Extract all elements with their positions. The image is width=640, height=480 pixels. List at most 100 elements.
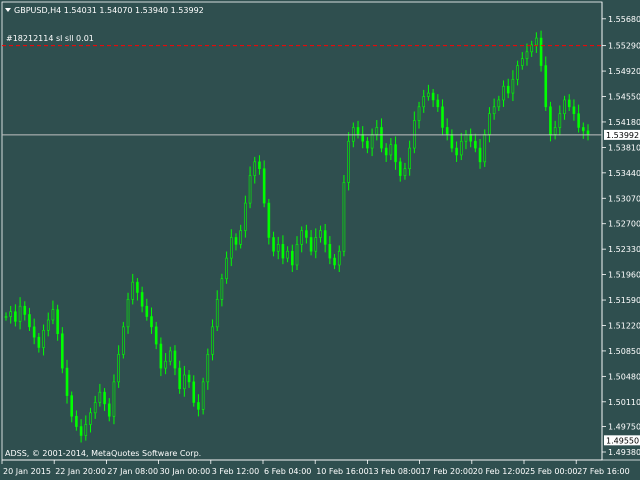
price-tick-label: 1.51220: [608, 321, 640, 330]
candle-body: [497, 99, 501, 108]
order-label: #18212114 sl sll 0.01: [6, 34, 94, 43]
candle-body: [394, 144, 397, 163]
candle-body: [140, 292, 144, 307]
time-tick-label: 10 Feb 16:00: [316, 467, 368, 476]
price-chart[interactable]: 1.55680 1.55290 1.54920 1.54550 1.54180 1.538…: [0, 0, 640, 480]
candle-body: [492, 106, 496, 115]
price-tick-label: 1.49750: [608, 423, 640, 432]
candle-body: [549, 106, 552, 135]
candle-body: [192, 381, 196, 403]
candle-body: [61, 333, 64, 369]
candle-body: [525, 51, 529, 59]
candle-body: [417, 106, 421, 121]
candle-body: [323, 230, 327, 245]
candle-body: [567, 99, 571, 108]
candle-body: [229, 237, 233, 259]
candle-body: [488, 113, 491, 135]
candle-body: [333, 257, 336, 266]
candle-body: [112, 381, 116, 417]
price-tick-label: 1.53810: [608, 143, 640, 152]
candle-body: [539, 37, 543, 66]
candle-body: [586, 130, 590, 135]
candle-body: [328, 244, 332, 259]
candle-body: [65, 367, 69, 396]
candle-body: [262, 168, 266, 204]
candle-body: [197, 402, 200, 410]
candle-body: [145, 305, 149, 317]
candle-body: [154, 326, 158, 345]
candle-body: [427, 92, 430, 97]
low-marker-label: 1.49550: [604, 435, 640, 446]
symbol-header[interactable]: GBPUSD,H4 1.54031 1.54070 1.53940 1.5399…: [5, 6, 204, 15]
candle-body: [305, 230, 308, 238]
candle-body: [319, 230, 322, 238]
candle-body: [211, 326, 214, 355]
candle-body: [201, 381, 205, 410]
candle-body: [9, 311, 12, 317]
candle-body: [93, 402, 97, 414]
candle-body: [103, 391, 106, 405]
candle-body: [18, 305, 22, 322]
candle-body: [173, 350, 177, 369]
price-tick-label: 1.54550: [608, 93, 640, 102]
candle-body: [445, 127, 449, 135]
candle-body: [384, 147, 388, 156]
candle-body: [239, 230, 242, 245]
candle-body: [126, 299, 130, 328]
candle-body: [455, 147, 458, 156]
price-tick-label: 1.50110: [608, 398, 640, 407]
candle-body: [183, 374, 186, 390]
bid-price-text: 1.53992: [606, 131, 639, 140]
candle-body: [553, 127, 557, 135]
candle-body: [474, 140, 477, 149]
candle-body: [150, 316, 153, 328]
candle-body: [375, 127, 379, 135]
candle-body: [84, 424, 88, 436]
candle-body: [234, 237, 238, 245]
candle-body: [220, 278, 224, 300]
candle-body: [267, 202, 271, 238]
candle-body: [70, 395, 74, 417]
candle-body: [225, 257, 228, 280]
candle-body: [413, 120, 416, 149]
candle-body: [535, 37, 538, 46]
candle-body: [244, 202, 247, 231]
copyright-text: ADSS, © 2001-2014, MetaQuotes Software C…: [5, 449, 201, 458]
candle-body: [366, 140, 369, 149]
candle-body: [309, 237, 313, 252]
candle-body: [450, 134, 454, 149]
candle-body: [356, 127, 360, 135]
price-tick-label: 1.55680: [608, 15, 640, 24]
candle-body: [511, 79, 515, 94]
candle-body: [159, 343, 163, 369]
candle-body: [98, 391, 102, 403]
candle-body: [380, 127, 383, 149]
low-marker-text: 1.49550: [606, 436, 639, 445]
candle-body: [398, 161, 402, 176]
candle-body: [107, 403, 111, 417]
bid-price-label: 1.53992: [604, 129, 640, 140]
price-tick-label: 1.51590: [608, 296, 640, 305]
candle-body: [572, 106, 576, 115]
candle-body: [352, 127, 355, 142]
candle-body: [478, 147, 482, 163]
candle-body: [441, 106, 444, 128]
candle-body: [314, 237, 318, 252]
candle-body: [520, 58, 524, 66]
candle-body: [56, 309, 59, 335]
price-tick-label: 1.54920: [608, 67, 640, 76]
candle-body: [122, 326, 125, 355]
candle-body: [89, 412, 92, 425]
candle-body: [483, 134, 487, 163]
candle-body: [558, 113, 562, 128]
price-tick-label: 1.54180: [608, 118, 640, 127]
candle-body: [577, 113, 580, 128]
time-tick-label: 25 Feb 00:00: [525, 467, 577, 476]
candle-body: [136, 281, 139, 293]
time-tick-label: 22 Jan 20:00: [55, 467, 106, 476]
candle-body: [276, 244, 280, 252]
candle-body: [337, 250, 341, 266]
candle-body: [178, 367, 181, 390]
candle-body: [14, 311, 17, 322]
candle-body: [582, 127, 585, 132]
